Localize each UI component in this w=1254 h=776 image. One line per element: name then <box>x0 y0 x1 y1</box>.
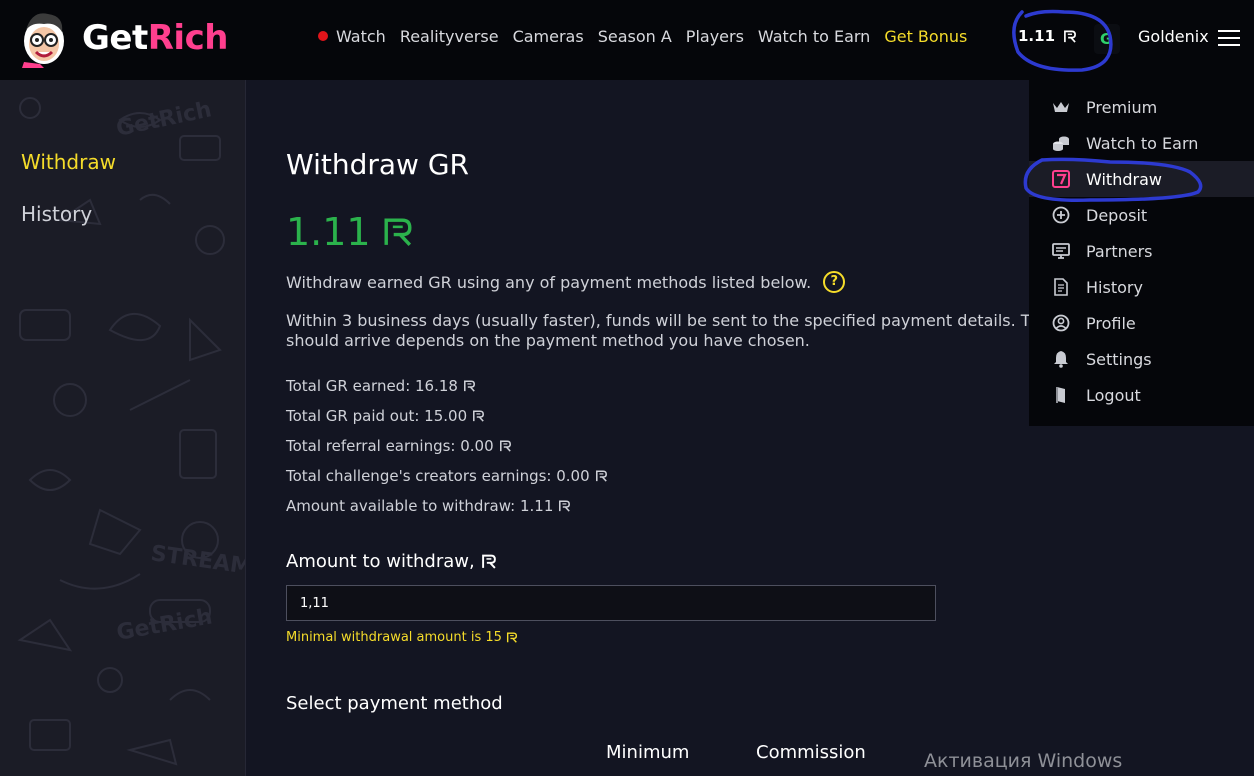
stat-available-to-withdraw: Amount available to withdraw: 1.11 <box>286 491 608 521</box>
payout-note-line2: should arrive depends on the payment met… <box>286 331 810 350</box>
monitor-icon <box>1051 241 1071 261</box>
annotation-circle-balance <box>1012 9 1113 72</box>
stats-list: Total GR earned: 16.18 Total GR paid out… <box>286 371 608 521</box>
min-amount-warning: Minimal withdrawal amount is 15 <box>286 630 518 645</box>
menu-item-watch-to-earn-label: Watch to Earn <box>1086 133 1199 153</box>
user-dropdown-menu: Premium Watch to Earn Withdraw Deposit P… <box>1029 80 1254 426</box>
windows-activation-watermark: Активация Windows <box>924 750 1123 772</box>
menu-item-logout-label: Logout <box>1086 385 1141 405</box>
stat-referral-earnings: Total referral earnings: 0.00 <box>286 431 608 461</box>
stat-total-earned: Total GR earned: 16.18 <box>286 371 608 401</box>
menu-item-settings[interactable]: Settings <box>1029 341 1254 377</box>
available-balance-value: 1.11 <box>286 210 371 254</box>
nav-watch-label: Watch <box>336 26 386 46</box>
stat-available-to-withdraw-text: Amount available to withdraw: 1.11 <box>286 497 554 515</box>
menu-item-profile-label: Profile <box>1086 313 1136 333</box>
stat-total-earned-text: Total GR earned: 16.18 <box>286 377 458 395</box>
coins-icon <box>1051 133 1071 153</box>
nav-players[interactable]: Players <box>686 27 744 46</box>
menu-item-history-label: History <box>1086 277 1143 297</box>
plus-circle-icon <box>1051 205 1071 225</box>
menu-item-partners-label: Partners <box>1086 241 1153 261</box>
page-title: Withdraw GR <box>286 148 469 181</box>
sidebar-item-withdraw[interactable]: Withdraw <box>21 150 116 174</box>
payout-note-line1: Within 3 business days (usually faster),… <box>286 311 1046 330</box>
logo-text-get: Get <box>82 18 148 58</box>
nav-cameras[interactable]: Cameras <box>513 27 584 46</box>
crown-icon <box>1051 97 1071 117</box>
logo[interactable]: GetRich <box>18 8 228 68</box>
amount-label: Amount to withdraw, <box>286 551 497 572</box>
intro-text: Withdraw earned GR using any of payment … <box>286 272 812 292</box>
nav-season-a[interactable]: Season A <box>598 27 672 46</box>
gr-currency-icon <box>559 500 571 512</box>
gr-currency-icon <box>481 554 496 569</box>
hamburger-menu-icon[interactable] <box>1218 30 1240 46</box>
menu-item-settings-label: Settings <box>1086 349 1152 369</box>
stat-total-paid-out-text: Total GR paid out: 15.00 <box>286 407 468 425</box>
help-icon[interactable]: ? <box>823 271 846 293</box>
nav-watch[interactable]: Watch <box>318 27 386 46</box>
menu-item-history[interactable]: History <box>1029 269 1254 305</box>
stat-creators-earnings-text: Total challenge's creators earnings: 0.0… <box>286 467 590 485</box>
menu-item-deposit-label: Deposit <box>1086 205 1148 225</box>
gr-currency-icon <box>499 440 511 452</box>
select-payment-heading: Select payment method <box>286 693 503 714</box>
amount-input[interactable] <box>286 585 936 621</box>
stat-creators-earnings: Total challenge's creators earnings: 0.0… <box>286 461 608 491</box>
nav-get-bonus[interactable]: Get Bonus <box>884 27 967 46</box>
gr-currency-icon <box>463 380 475 392</box>
live-dot-icon <box>318 30 328 41</box>
user-circle-icon <box>1051 313 1071 333</box>
amount-label-text: Amount to withdraw, <box>286 551 475 572</box>
logo-text-rich: Rich <box>147 18 229 58</box>
gr-currency-icon <box>473 410 485 422</box>
nav-watch-to-earn[interactable]: Watch to Earn <box>758 27 870 46</box>
nav-realityverse[interactable]: Realityverse <box>400 27 499 46</box>
menu-item-premium-label: Premium <box>1086 97 1158 117</box>
sidebar: GetRich STREAM GetRich Withdraw History <box>0 80 246 776</box>
stat-total-paid-out: Total GR paid out: 15.00 <box>286 401 608 431</box>
gr-currency-icon <box>384 218 412 247</box>
column-header-minimum: Minimum <box>606 742 690 763</box>
menu-item-logout[interactable]: Logout <box>1029 377 1254 413</box>
min-amount-warning-text: Minimal withdrawal amount is 15 <box>286 630 502 645</box>
gr-currency-icon <box>506 632 517 643</box>
available-balance: 1.11 <box>286 210 415 254</box>
logo-text: GetRich <box>82 8 228 68</box>
column-header-commission: Commission <box>756 742 866 763</box>
svg-text:GetRich: GetRich <box>115 604 215 645</box>
mascot-icon <box>22 13 64 68</box>
stat-referral-earnings-text: Total referral earnings: 0.00 <box>286 437 494 455</box>
intro-text-row: Withdraw earned GR using any of payment … <box>286 271 846 293</box>
menu-item-partners[interactable]: Partners <box>1029 233 1254 269</box>
svg-text:STREAM: STREAM <box>149 541 246 580</box>
gr-currency-icon <box>595 470 607 482</box>
menu-item-profile[interactable]: Profile <box>1029 305 1254 341</box>
username[interactable]: Goldenix <box>1138 27 1209 46</box>
document-icon <box>1051 277 1071 297</box>
annotation-circle-withdraw <box>1023 157 1203 202</box>
door-icon <box>1051 385 1071 405</box>
main-nav: Watch Realityverse Cameras Season A Play… <box>318 24 981 48</box>
menu-item-premium[interactable]: Premium <box>1029 89 1254 125</box>
doodle-background: GetRich STREAM GetRich <box>17 97 246 766</box>
bell-icon <box>1051 349 1071 369</box>
payout-note: Within 3 business days (usually faster),… <box>286 311 1046 351</box>
sidebar-item-history[interactable]: History <box>21 202 92 226</box>
